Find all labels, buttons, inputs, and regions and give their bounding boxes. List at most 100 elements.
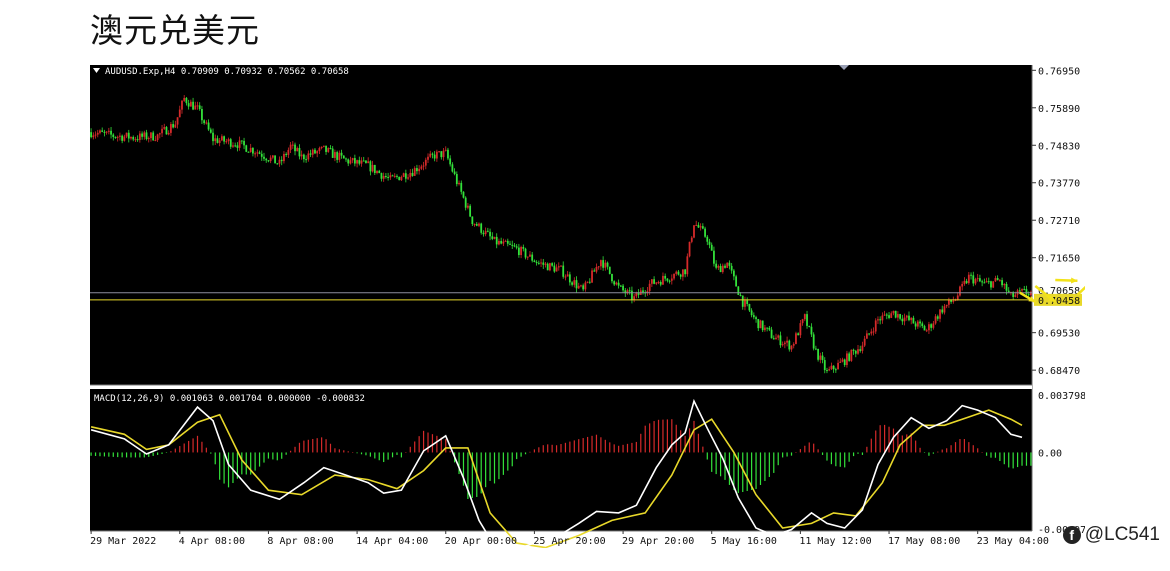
candle-body — [560, 265, 562, 267]
candle-body — [874, 320, 877, 332]
candle-body — [495, 236, 498, 245]
candle-body — [322, 145, 325, 147]
candle-body — [947, 299, 950, 305]
candle-body — [407, 177, 409, 179]
candle-body — [252, 147, 254, 154]
macd-histogram-bar — [551, 444, 553, 453]
candle-body — [675, 271, 678, 274]
macd-histogram-bar — [103, 452, 106, 457]
macd-histogram-bar — [888, 426, 890, 453]
candle-body — [812, 334, 815, 349]
candle-body — [573, 280, 576, 285]
macd-histogram-bar — [622, 444, 624, 453]
macd-histogram-bar — [422, 430, 425, 453]
candle-body — [857, 349, 859, 354]
macd-histogram-bar — [232, 452, 234, 484]
candle-body — [894, 310, 897, 318]
candle-body — [571, 282, 573, 285]
candle-body — [998, 280, 1001, 282]
macd-histogram-bar — [445, 439, 447, 453]
macd-histogram-bar — [635, 441, 637, 453]
candle-body — [916, 321, 919, 327]
candle-body — [147, 138, 150, 140]
candle-body — [994, 278, 997, 282]
candle-body — [688, 241, 691, 257]
macd-histogram-bar — [879, 425, 881, 453]
macd-histogram-bar — [600, 437, 602, 453]
candle-body — [389, 175, 392, 178]
macd-histogram-bar — [618, 445, 620, 453]
candle-body — [617, 282, 620, 286]
candle-body — [435, 151, 438, 159]
candle-body — [460, 182, 463, 192]
candle-body — [353, 158, 356, 164]
macd-histogram-bar — [542, 445, 544, 453]
macd-histogram-bar — [391, 452, 394, 458]
macd-histogram-bar — [985, 452, 988, 456]
candle-body — [387, 176, 390, 178]
candle-body — [701, 226, 704, 229]
candle-body — [511, 244, 514, 246]
macd-histogram-bar — [804, 445, 806, 453]
macd-histogram-bar — [524, 452, 527, 455]
candle-body — [220, 136, 223, 141]
macd-histogram-bar — [449, 450, 451, 453]
candle-body — [325, 145, 327, 152]
macd-histogram-bar — [502, 452, 504, 475]
candle-body — [130, 136, 132, 139]
candle-body — [367, 161, 370, 164]
candle-body — [673, 273, 675, 279]
candle-body — [187, 103, 190, 107]
price-tick-label: 0.69530 — [1038, 329, 1080, 340]
candle-body — [254, 153, 257, 155]
macd-histogram-bar — [977, 448, 979, 453]
candle-body — [655, 282, 658, 284]
candle-body — [198, 105, 201, 109]
time-tick-label: 8 Apr 08:00 — [267, 536, 333, 547]
candle-body — [943, 306, 946, 313]
candle-body — [549, 263, 551, 271]
macd-histogram-bar — [578, 439, 580, 453]
candle-body — [225, 141, 228, 143]
macd-histogram-bar — [210, 452, 212, 454]
candle-body — [837, 362, 839, 370]
macd-histogram-bar — [165, 452, 168, 453]
candle-body — [373, 164, 376, 174]
macd-histogram-bar — [963, 439, 965, 453]
macd-histogram-bar — [653, 421, 655, 453]
candle-body — [263, 156, 265, 159]
candle-body — [345, 158, 347, 160]
macd-histogram-bar — [108, 452, 110, 457]
candle-body — [557, 266, 560, 268]
candle-body — [112, 134, 115, 137]
macd-histogram-bar — [671, 419, 673, 453]
macd-histogram-bar — [613, 444, 615, 453]
candle-body — [309, 153, 312, 155]
macd-histogram-bar — [325, 439, 327, 453]
candle-body — [597, 266, 600, 268]
candle-body — [520, 246, 523, 256]
candle-body — [619, 285, 622, 287]
candle-body — [143, 132, 146, 137]
macd-histogram-bar — [427, 432, 429, 453]
macd-histogram-bar — [533, 449, 536, 453]
candle-body — [892, 310, 895, 314]
candle-body — [854, 350, 857, 354]
audusd-chart[interactable]: 0.76950 0.75890 0.74830 0.73770 0.72710 0.716… — [90, 64, 1101, 552]
candle-body — [283, 153, 285, 162]
candle-body — [491, 236, 494, 239]
time-tick-label: 14 Apr 04:00 — [356, 536, 428, 547]
macd-histogram-bar — [848, 452, 850, 462]
candle-body — [591, 270, 593, 283]
candle-body — [376, 170, 378, 174]
macd-histogram-bar — [179, 446, 181, 453]
candle-body — [96, 132, 99, 135]
macd-histogram-bar — [999, 452, 1001, 461]
candle-body — [772, 338, 775, 340]
macd-histogram-bar — [555, 445, 558, 453]
candle-body — [132, 136, 135, 140]
macd-histogram-bar — [352, 452, 354, 453]
candle-body — [841, 359, 844, 362]
candle-body — [852, 349, 855, 351]
candle-body — [165, 127, 168, 135]
